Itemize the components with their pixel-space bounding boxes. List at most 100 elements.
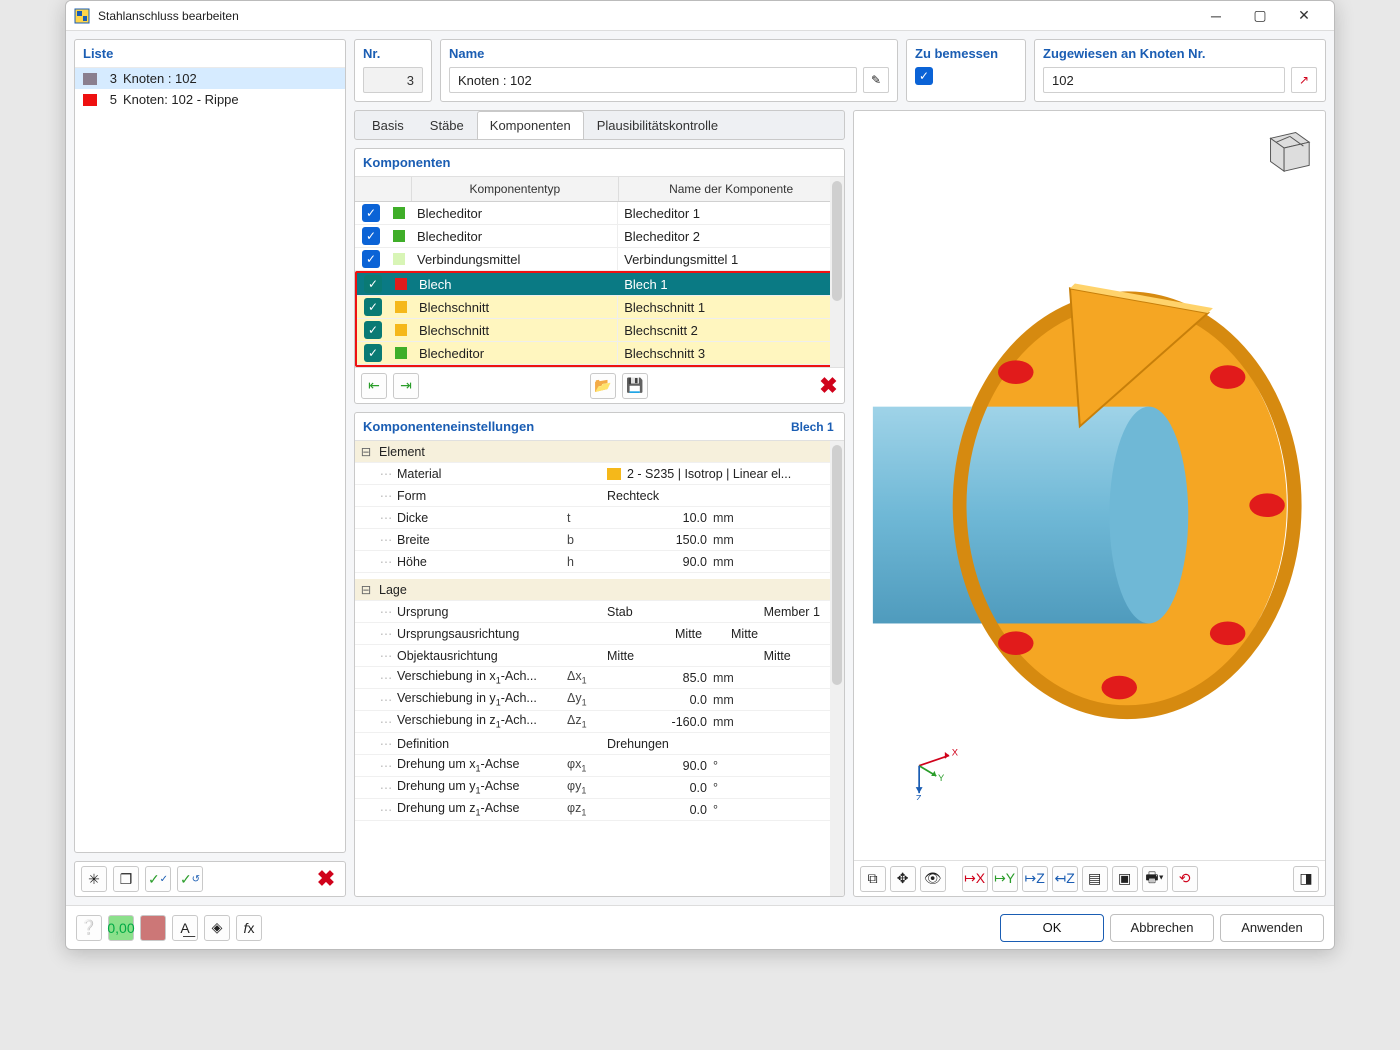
scrollbar[interactable] (830, 177, 844, 367)
tabs: BasisStäbeKomponentenPlausibilitätskontr… (354, 110, 845, 140)
axis-z-icon[interactable]: ↦Z (1022, 866, 1048, 892)
property-row[interactable]: ⋯Höheh90.0mm (355, 551, 844, 573)
axis-y-icon[interactable]: ↦Y (992, 866, 1018, 892)
row-checkbox[interactable]: ✓ (362, 204, 380, 222)
row-checkbox[interactable]: ✓ (364, 275, 382, 293)
cancel-button[interactable]: Abbrechen (1110, 914, 1214, 942)
property-row[interactable]: ⋯Verschiebung in y1-Ach...Δy10.0mm (355, 689, 844, 711)
row-checkbox[interactable]: ✓ (364, 344, 382, 362)
property-row[interactable]: ⋯UrsprungStabMember 1 (355, 601, 844, 623)
property-row[interactable]: ⋯Breiteb150.0mm (355, 529, 844, 551)
row-swatch-icon (393, 253, 405, 265)
tab-basis[interactable]: Basis (359, 111, 417, 139)
delete-icon[interactable]: ✖ (313, 866, 339, 892)
row-swatch-icon (393, 230, 405, 242)
settings-scrollbar[interactable] (830, 441, 844, 896)
property-group[interactable]: ⊟Element (355, 441, 844, 463)
save-block-icon[interactable]: 💾 (622, 373, 648, 399)
zubemessen-title: Zu bemessen (907, 40, 1025, 67)
ok-button[interactable]: OK (1000, 914, 1104, 942)
property-row[interactable]: ⋯UrsprungsausrichtungMitteMitte (355, 623, 844, 645)
color-icon[interactable] (140, 915, 166, 941)
move-up-icon[interactable]: ⇤ (361, 373, 387, 399)
window-title: Stahlanschluss bearbeiten (98, 9, 239, 23)
view-box-icon[interactable]: ▣ (1112, 866, 1138, 892)
property-row[interactable]: ⋯Verschiebung in x1-Ach...Δx185.0mm (355, 667, 844, 689)
komponenten-row[interactable]: ✓ Blech Blech 1 (357, 273, 842, 296)
svg-text:X: X (951, 746, 958, 757)
komponenten-row[interactable]: ✓ Blecheditor Blecheditor 1 (355, 202, 844, 225)
property-row[interactable]: ⋯DefinitionDrehungen (355, 733, 844, 755)
app-icon (74, 8, 90, 24)
row-swatch-icon (393, 207, 405, 219)
settings-title: Komponenteneinstellungen (355, 413, 542, 440)
property-group[interactable]: ⊟Lage (355, 579, 844, 601)
property-row[interactable]: ⋯FormRechteck (355, 485, 844, 507)
check-arrow-icon[interactable]: ✓↺ (177, 866, 203, 892)
row-checkbox[interactable]: ✓ (362, 227, 380, 245)
row-checkbox[interactable]: ✓ (364, 321, 382, 339)
check-green-icon[interactable]: ✓✓ (145, 866, 171, 892)
property-row[interactable]: ⋯Dicket10.0mm (355, 507, 844, 529)
tab-plausibilitätskontrolle[interactable]: Plausibilitätskontrolle (584, 111, 731, 139)
axis-neg-z-icon[interactable]: ↤Z (1052, 866, 1078, 892)
viewport-3d[interactable]: X Y Z (854, 111, 1325, 860)
view-print-icon[interactable]: 🖶▾ (1142, 866, 1168, 892)
liste-item[interactable]: 3 Knoten : 102 (75, 68, 345, 89)
maximize-button[interactable]: ▢ (1238, 1, 1282, 31)
fx-icon[interactable]: fx (236, 915, 262, 941)
units-icon[interactable]: 0,00 (108, 915, 134, 941)
new-icon[interactable]: ✳ (81, 866, 107, 892)
view-reset-icon[interactable]: ⟲ (1172, 866, 1198, 892)
view-layers-icon[interactable]: ▤ (1082, 866, 1108, 892)
view-cube[interactable] (1257, 119, 1315, 177)
apply-button[interactable]: Anwenden (1220, 914, 1324, 942)
komponenten-row[interactable]: ✓ Blechschnitt Blechscnitt 2 (357, 319, 842, 342)
help-icon[interactable]: ❔ (76, 915, 102, 941)
view-eye-icon[interactable]: 👁 (920, 866, 946, 892)
swatch-icon (83, 94, 97, 106)
move-down-icon[interactable]: ⇥ (393, 373, 419, 399)
nr-field: 3 (363, 67, 423, 93)
property-row[interactable]: ⋯Drehung um y1-Achseφy10.0° (355, 777, 844, 799)
view-select-icon[interactable]: ⧉ (860, 866, 886, 892)
zugewiesen-input[interactable]: 102 (1043, 67, 1285, 93)
nr-title: Nr. (355, 40, 431, 67)
pick-node-icon[interactable]: ↗ (1291, 67, 1317, 93)
property-row[interactable]: ⋯Drehung um z1-Achseφz10.0° (355, 799, 844, 821)
komponenten-table: Komponententyp Name der Komponente ✓ Ble… (355, 177, 844, 367)
tab-komponenten[interactable]: Komponenten (477, 111, 584, 139)
layer-icon[interactable]: ◈ (204, 915, 230, 941)
tab-stäbe[interactable]: Stäbe (417, 111, 477, 139)
row-swatch-icon (395, 347, 407, 359)
property-row[interactable]: ⋯Drehung um x1-Achseφx190.0° (355, 755, 844, 777)
titlebar: Stahlanschluss bearbeiten ─ ▢ ✕ (66, 1, 1334, 31)
load-block-icon[interactable]: 📂 (590, 373, 616, 399)
view-nav-icon[interactable]: ✥ (890, 866, 916, 892)
zubemessen-checkbox[interactable]: ✓ (915, 67, 933, 85)
delete-row-icon[interactable]: ✖ (819, 373, 837, 399)
copy-icon[interactable]: ❐ (113, 866, 139, 892)
row-swatch-icon (395, 278, 407, 290)
row-checkbox[interactable]: ✓ (364, 298, 382, 316)
row-swatch-icon (395, 301, 407, 313)
labels-icon[interactable]: A͟ (172, 915, 198, 941)
row-checkbox[interactable]: ✓ (362, 250, 380, 268)
komponenten-row[interactable]: ✓ Verbindungsmittel Verbindungsmittel 1 (355, 248, 844, 271)
property-row[interactable]: ⋯Material2 - S235 | Isotrop | Linear el.… (355, 463, 844, 485)
property-row[interactable]: ⋯ObjektausrichtungMitteMitte (355, 645, 844, 667)
property-row[interactable]: ⋯Verschiebung in z1-Ach...Δz1-160.0mm (355, 711, 844, 733)
name-input[interactable]: Knoten : 102 (449, 67, 857, 93)
edit-name-icon[interactable]: ✎ (863, 67, 889, 93)
liste-body[interactable]: 3 Knoten : 102 5 Knoten: 102 - Rippe (75, 68, 345, 852)
komponenten-row[interactable]: ✓ Blecheditor Blecheditor 2 (355, 225, 844, 248)
axis-x-icon[interactable]: ↦X (962, 866, 988, 892)
view-panel-icon[interactable]: ◨ (1293, 866, 1319, 892)
svg-text:Y: Y (938, 772, 945, 783)
komponenten-row[interactable]: ✓ Blecheditor Blechschnitt 3 (357, 342, 842, 365)
col-name: Name der Komponente (619, 177, 844, 201)
minimize-button[interactable]: ─ (1194, 1, 1238, 31)
liste-item[interactable]: 5 Knoten: 102 - Rippe (75, 89, 345, 110)
komponenten-row[interactable]: ✓ Blechschnitt Blechschnitt 1 (357, 296, 842, 319)
close-button[interactable]: ✕ (1282, 1, 1326, 31)
